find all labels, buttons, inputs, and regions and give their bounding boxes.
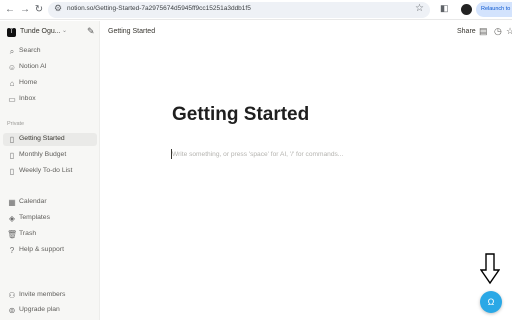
comments-icon[interactable]: ▤ <box>479 26 488 37</box>
sidebar-item-label: Upgrade plan <box>19 306 60 313</box>
trash-icon: 🗑 <box>7 230 18 239</box>
browser-toolbar: ← → ↻ ⚙ notion.so/Getting-Started-7a2975… <box>0 0 512 20</box>
sidebar-item-calendar[interactable]: ▦ Calendar <box>3 196 97 209</box>
sidebar-item-search[interactable]: ⌕ Search <box>3 45 97 58</box>
down-arrow-icon <box>480 253 500 285</box>
extensions-icon[interactable]: ◧ <box>440 3 449 14</box>
breadcrumb[interactable]: Getting Started <box>108 28 155 35</box>
address-bar[interactable]: ⚙ notion.so/Getting-Started-7a2975674d59… <box>48 2 430 18</box>
sidebar-item-help-support[interactable]: ? Help & support <box>3 244 97 257</box>
sidebar-item-upgrade-plan[interactable]: ⊚ Upgrade plan <box>3 304 97 317</box>
sidebar-item-label: Weekly To-do List <box>19 167 73 174</box>
sidebar-item-inbox[interactable]: ▭ Inbox <box>3 93 97 106</box>
sidebar-item-templates[interactable]: ◈ Templates <box>3 212 97 225</box>
profile-avatar[interactable] <box>461 4 472 15</box>
help-button[interactable]: Ω <box>480 291 502 313</box>
sidebar-item-label: Inbox <box>19 95 36 102</box>
sidebar-item-label: Search <box>19 47 41 54</box>
url-text: notion.so/Getting-Started-7a2975674d5945… <box>67 5 251 12</box>
sidebar-item-label: Calendar <box>19 198 47 205</box>
workspace-switcher[interactable]: T Tunde Ogu... ⌄ ✎ <box>5 26 95 40</box>
notion-ai-icon: ☺ <box>7 63 17 72</box>
sidebar: T Tunde Ogu... ⌄ ✎ ⌕ Search ☺ Notion AI … <box>0 21 100 320</box>
home-icon: ⌂ <box>9 79 15 88</box>
search-icon: ⌕ <box>9 47 15 56</box>
bookmark-star-icon[interactable]: ☆ <box>415 3 424 14</box>
page-title[interactable]: Getting Started <box>172 104 309 126</box>
invite-members-icon: ⚇ <box>8 291 16 300</box>
templates-icon: ◈ <box>8 214 16 223</box>
updates-icon[interactable]: ◷ <box>494 26 502 37</box>
sidebar-item-getting-started[interactable]: ▯ Getting Started <box>3 133 97 146</box>
more-icon[interactable]: ☆ <box>506 26 512 37</box>
private-section-label: Private <box>7 121 25 127</box>
forward-icon[interactable]: → <box>18 3 32 17</box>
sidebar-item-label: Notion AI <box>19 63 47 70</box>
workspace-name: Tunde Ogu... <box>20 28 61 35</box>
editor-placeholder[interactable]: Write something, or press 'space' for AI… <box>172 151 343 158</box>
sidebar-item-label: Invite members <box>19 291 66 298</box>
back-icon[interactable]: ← <box>3 3 17 17</box>
relaunch-button[interactable]: Relaunch to update <box>476 2 512 17</box>
help-icon: ? <box>9 246 15 255</box>
calendar-icon: ▦ <box>8 198 16 207</box>
sidebar-item-label: Getting Started <box>19 135 65 142</box>
sidebar-item-notion-ai[interactable]: ☺ Notion AI <box>3 61 97 74</box>
inbox-icon: ▭ <box>8 95 16 104</box>
upgrade-icon: ⊚ <box>8 306 16 315</box>
sidebar-item-invite-members[interactable]: ⚇ Invite members <box>3 289 97 302</box>
sidebar-item-label: Trash <box>19 230 37 237</box>
sidebar-item-trash[interactable]: 🗑 Trash <box>3 228 97 241</box>
sidebar-item-home[interactable]: ⌂ Home <box>3 77 97 90</box>
reload-icon[interactable]: ↻ <box>32 3 46 17</box>
sidebar-item-label: Templates <box>19 214 50 221</box>
sidebar-item-weekly-todo[interactable]: ▯ Weekly To-do List <box>3 165 97 178</box>
site-info-icon[interactable]: ⚙ <box>54 3 62 14</box>
sidebar-item-label: Home <box>19 79 38 86</box>
chevron-down-icon: ⌄ <box>62 28 68 34</box>
share-button[interactable]: Share <box>457 28 476 35</box>
sidebar-item-monthly-budget[interactable]: ▯ Monthly Budget <box>3 149 97 162</box>
workspace-logo: T <box>7 28 16 37</box>
new-page-icon[interactable]: ✎ <box>87 26 95 37</box>
page-icon: ▯ <box>9 167 15 176</box>
page-icon: ▯ <box>9 151 15 160</box>
sidebar-item-label: Monthly Budget <box>19 151 67 158</box>
sidebar-item-label: Help & support <box>19 246 64 253</box>
page-icon: ▯ <box>9 135 15 144</box>
